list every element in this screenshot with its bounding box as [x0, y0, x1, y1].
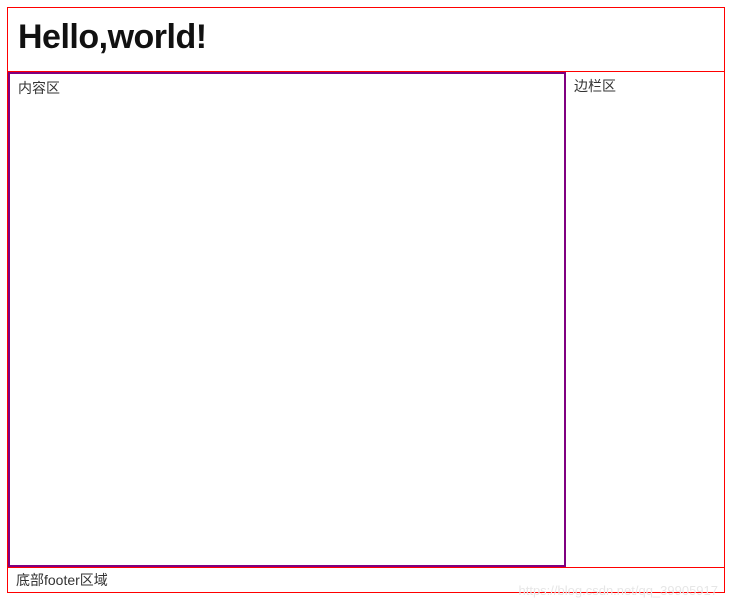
main-content-label: 内容区: [18, 80, 60, 96]
page-container: Hello,world! 内容区 边栏区 底部footer区域: [7, 7, 725, 593]
page-title: Hello,world!: [18, 18, 714, 57]
sidebar-label: 边栏区: [574, 78, 616, 94]
main-content: 内容区: [8, 72, 566, 567]
footer: 底部footer区域: [8, 568, 724, 592]
footer-label: 底部footer区域: [16, 572, 108, 588]
middle-row: 内容区 边栏区: [8, 71, 724, 568]
header: Hello,world!: [8, 8, 724, 71]
sidebar: 边栏区: [566, 72, 724, 567]
